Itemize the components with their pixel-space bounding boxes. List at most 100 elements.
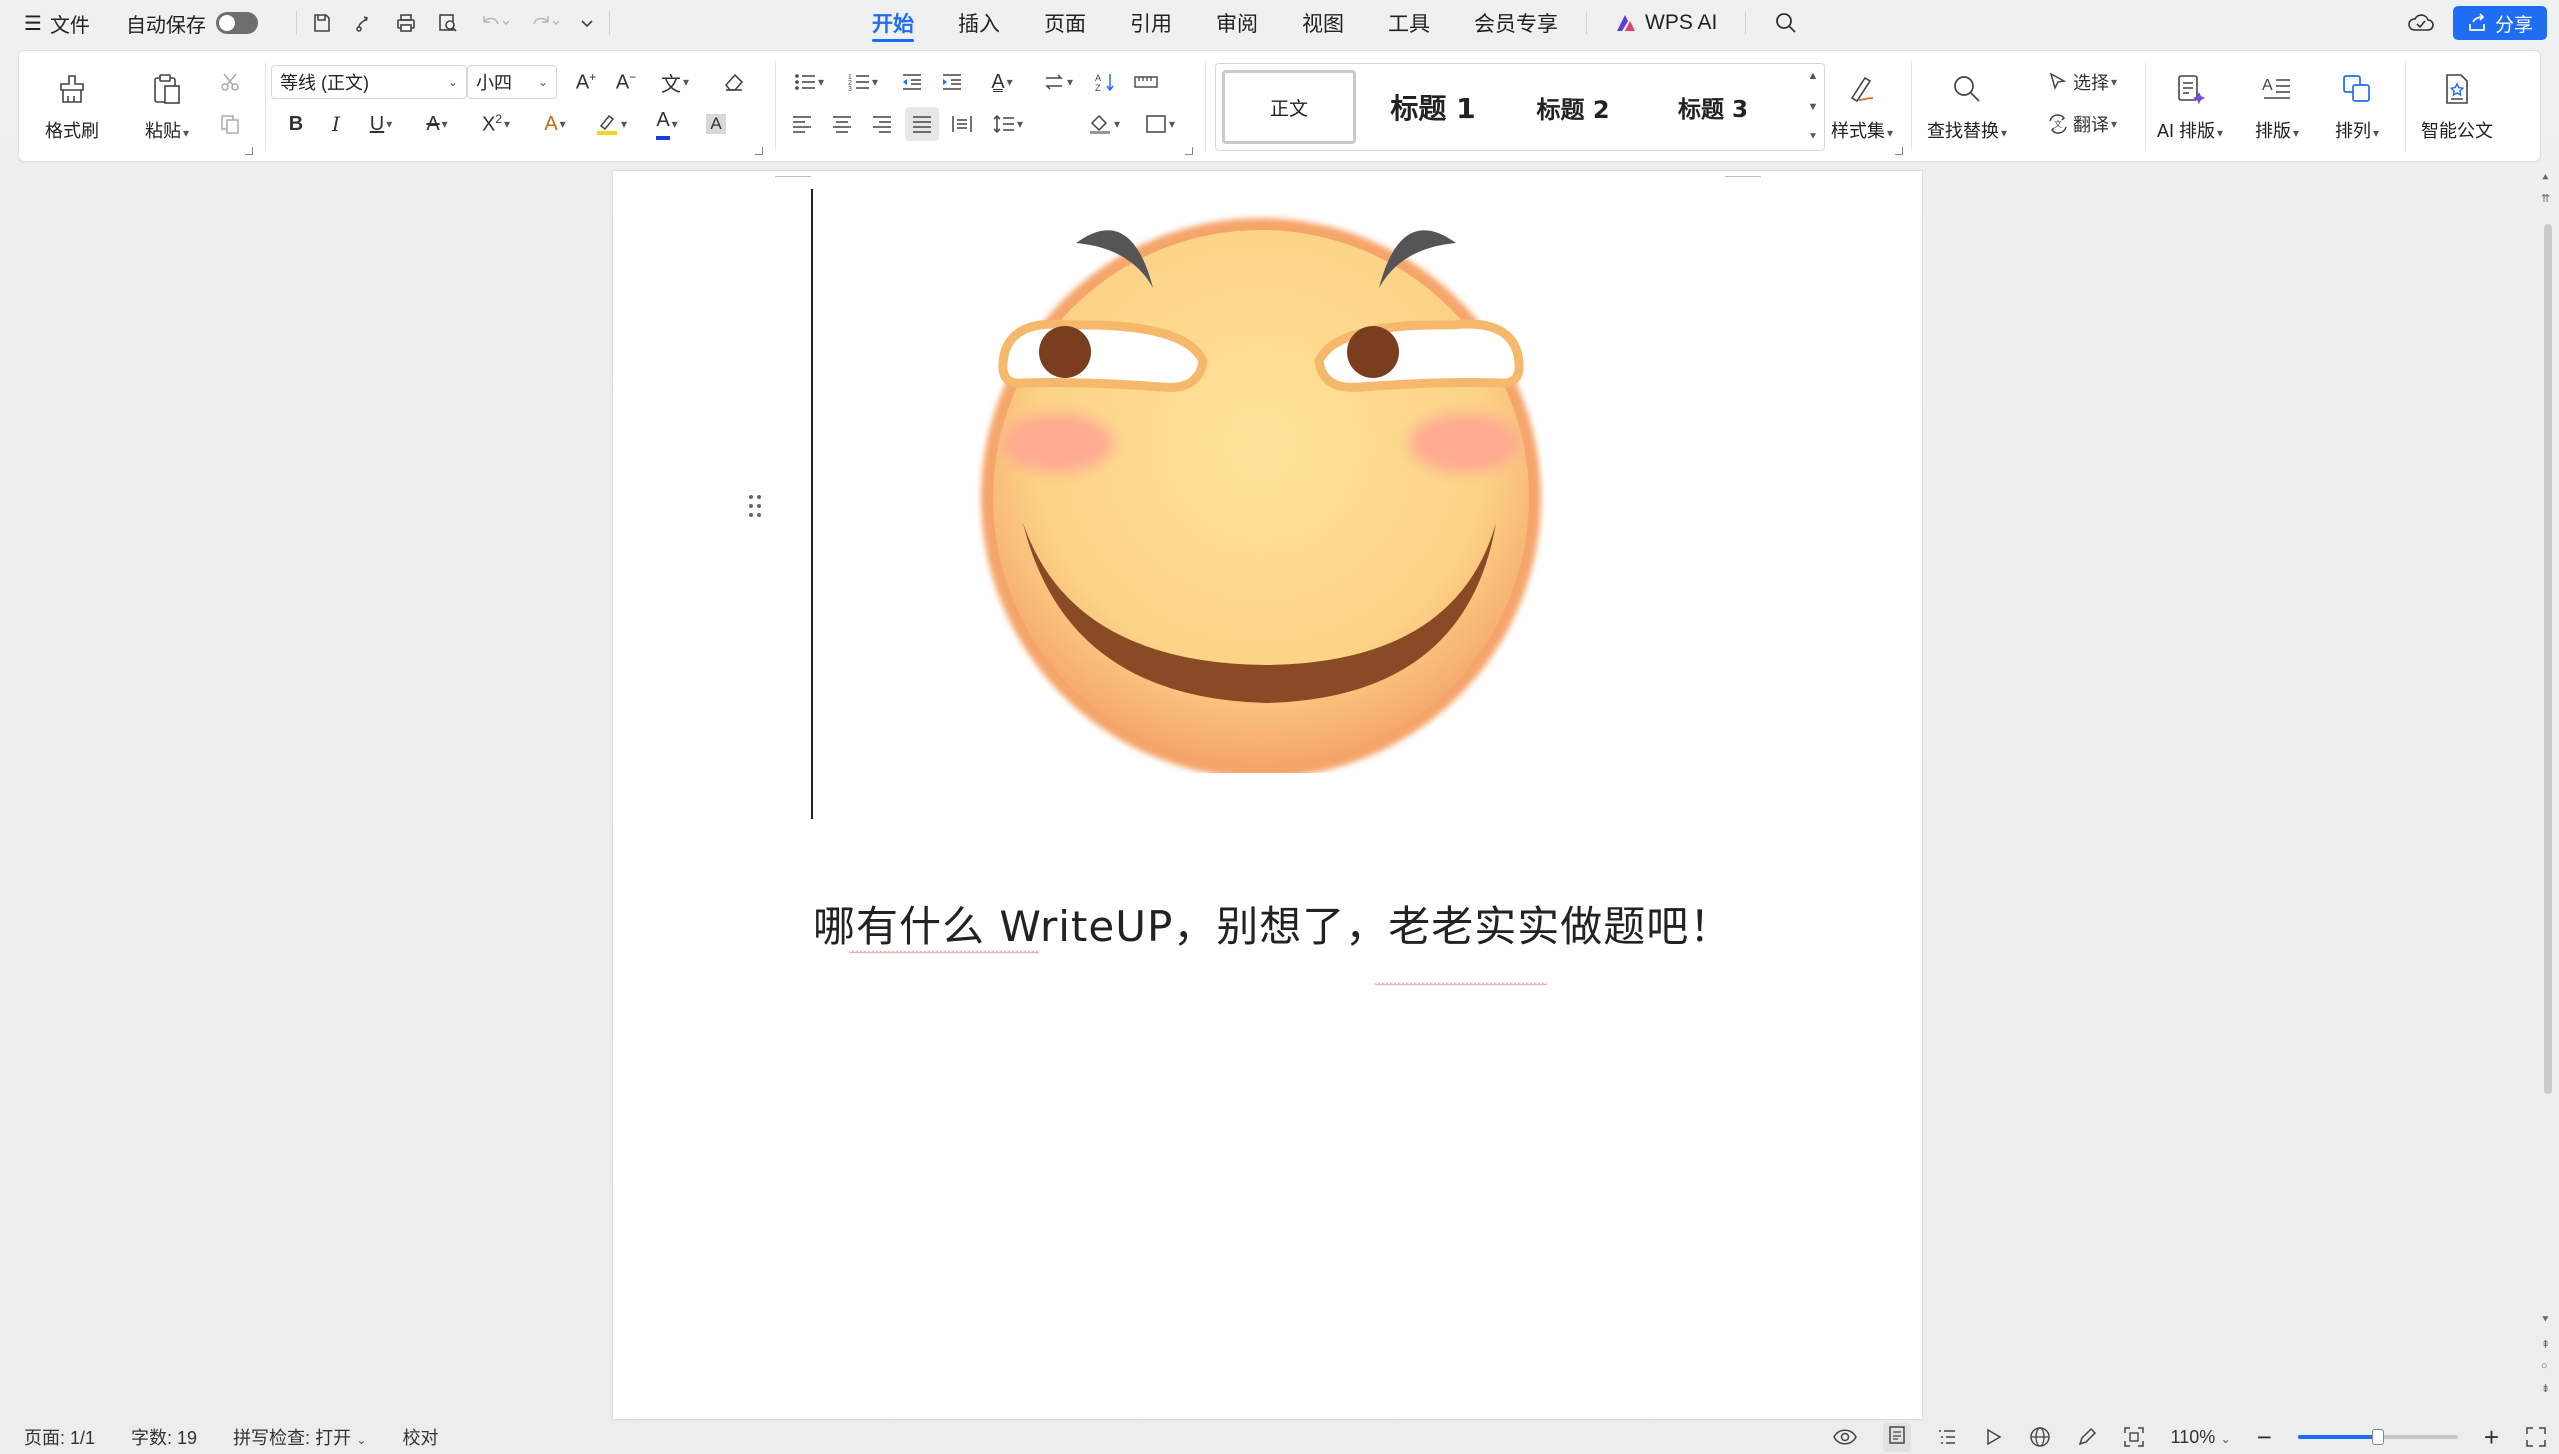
- translate-button[interactable]: 文 翻译 ▾: [2037, 107, 2127, 141]
- proofread-button[interactable]: 校对: [402, 1424, 438, 1450]
- tab-page[interactable]: 页面: [1022, 0, 1108, 46]
- tab-tools[interactable]: 工具: [1366, 0, 1452, 46]
- ai-layout-button[interactable]: AI 排版 ▾: [2157, 67, 2223, 143]
- text-direction-button[interactable]: A͇ ▾: [977, 65, 1027, 99]
- fullscreen-icon[interactable]: [2525, 1426, 2547, 1448]
- style-heading-2[interactable]: 标题 2: [1506, 70, 1640, 144]
- clipboard-dialog-launcher[interactable]: [245, 147, 253, 155]
- next-page-icon[interactable]: ⇟: [2541, 1382, 2550, 1395]
- clear-format-button[interactable]: [719, 65, 749, 99]
- chevron-down-icon[interactable]: [579, 12, 595, 34]
- scrollbar-thumb[interactable]: [2544, 224, 2552, 1094]
- play-icon[interactable]: [1983, 1427, 2003, 1447]
- tab-review[interactable]: 审阅: [1194, 0, 1280, 46]
- highlight-button[interactable]: ▾: [589, 107, 633, 141]
- numbered-list-button[interactable]: 1 2 3 ▾: [841, 65, 885, 99]
- tab-references[interactable]: 引用: [1108, 0, 1194, 46]
- zoom-out-button[interactable]: −: [2257, 1424, 2272, 1450]
- previous-page-icon[interactable]: ⇞: [2541, 1338, 2550, 1351]
- borders-button[interactable]: ▾: [1137, 107, 1183, 141]
- tab-home[interactable]: 开始: [850, 0, 936, 46]
- autosave-control[interactable]: 自动保存: [126, 9, 258, 38]
- save-icon[interactable]: [311, 12, 333, 34]
- tab-wps-ai[interactable]: WPS AI: [1593, 0, 1739, 46]
- grow-font-button[interactable]: A+: [571, 65, 601, 99]
- tab-insert[interactable]: 插入: [936, 0, 1022, 46]
- paste-button[interactable]: 粘贴 ▾: [145, 67, 189, 143]
- line-spacing-button[interactable]: ▾: [985, 107, 1031, 141]
- expand-icon[interactable]: ⯆: [1809, 131, 1818, 144]
- redo-icon[interactable]: [529, 12, 559, 34]
- smart-document-button[interactable]: 智能公文: [2421, 67, 2493, 143]
- paragraph-dialog-launcher[interactable]: [1185, 147, 1193, 155]
- copy-button[interactable]: [215, 107, 245, 141]
- zoom-level-select[interactable]: 110% ⌄: [2171, 1427, 2231, 1448]
- scroll-up-icon[interactable]: ⯅: [2541, 172, 2550, 185]
- web-view-icon[interactable]: [2029, 1426, 2051, 1448]
- shrink-font-button[interactable]: A−: [611, 65, 641, 99]
- superscript-button[interactable]: X2 ▾: [471, 107, 521, 141]
- arrange-button[interactable]: 排列 ▾: [2335, 67, 2379, 143]
- page-view-button[interactable]: [1882, 1422, 1911, 1452]
- search-button[interactable]: [1752, 0, 1820, 46]
- autosave-toggle[interactable]: [215, 12, 258, 34]
- tab-member[interactable]: 会员专享: [1452, 0, 1580, 46]
- font-size-select[interactable]: 小四 ⌄: [467, 65, 557, 99]
- style-set-button[interactable]: 样式集 ▾: [1831, 67, 1893, 143]
- smirk-emoji-image[interactable]: [961, 193, 1561, 773]
- chevron-down-icon[interactable]: ▼: [1808, 101, 1819, 113]
- chevron-up-icon[interactable]: ▲: [1808, 70, 1819, 82]
- italic-button[interactable]: I: [321, 107, 351, 141]
- styles-gallery-scroll[interactable]: ▲ ▼ ⯆: [1806, 70, 1820, 144]
- layout-button[interactable]: A 排版 ▾: [2255, 67, 2299, 143]
- word-count[interactable]: 字数: 19: [131, 1424, 197, 1450]
- increase-indent-button[interactable]: [937, 65, 967, 99]
- share-button[interactable]: 分享: [2452, 6, 2547, 40]
- file-menu[interactable]: ☰ 文件: [24, 9, 90, 38]
- page-indicator[interactable]: 页面: 1/1: [24, 1424, 95, 1450]
- strikethrough-button[interactable]: A ▾: [415, 107, 459, 141]
- shading-button[interactable]: ▾: [1081, 107, 1127, 141]
- eye-icon[interactable]: [1832, 1428, 1857, 1446]
- browse-object-icon[interactable]: ○: [2541, 1360, 2548, 1372]
- zoom-in-button[interactable]: +: [2484, 1424, 2499, 1450]
- chinese-layout-button[interactable]: ▾: [1035, 65, 1081, 99]
- decrease-indent-button[interactable]: [897, 65, 927, 99]
- undo-icon[interactable]: [479, 12, 509, 34]
- style-heading-3[interactable]: 标题 3: [1646, 70, 1780, 144]
- cut-button[interactable]: [215, 65, 245, 99]
- print-icon[interactable]: [395, 12, 417, 34]
- scroll-top-icon[interactable]: ⇈: [2541, 192, 2550, 205]
- style-normal[interactable]: 正文: [1222, 70, 1356, 144]
- show-marks-button[interactable]: [1131, 65, 1161, 99]
- zoom-slider-thumb[interactable]: [2371, 1429, 2384, 1445]
- sort-button[interactable]: AZ: [1091, 65, 1121, 99]
- align-left-button[interactable]: [787, 107, 817, 141]
- bullet-list-button[interactable]: ▾: [787, 65, 831, 99]
- zoom-slider[interactable]: [2297, 1429, 2458, 1445]
- style-heading-1[interactable]: 标题 1: [1366, 70, 1500, 144]
- font-color-button[interactable]: A ▾: [645, 107, 689, 141]
- bold-button[interactable]: B: [281, 107, 311, 141]
- underline-button[interactable]: U ▾: [359, 107, 403, 141]
- cloud-sync-icon[interactable]: [2407, 11, 2435, 35]
- print-preview-icon[interactable]: [437, 12, 459, 34]
- document-page[interactable]: 哪有什么 WriteUP，别想了，老老实实做题吧！: [612, 170, 1923, 1420]
- format-painter-button[interactable]: 格式刷: [45, 67, 99, 143]
- spell-check-toggle[interactable]: 拼写检查: 打开 ⌄: [233, 1424, 366, 1450]
- align-center-button[interactable]: [827, 107, 857, 141]
- pen-icon[interactable]: [2077, 1427, 2097, 1447]
- vertical-scrollbar[interactable]: ⯅ ⇈ ⯆ ⇞ ○ ⇟: [2537, 168, 2559, 1420]
- styles-dialog-launcher[interactable]: [1895, 147, 1903, 155]
- font-dialog-launcher[interactable]: [755, 147, 763, 155]
- align-justify-button[interactable]: [905, 107, 939, 141]
- tab-view[interactable]: 视图: [1280, 0, 1366, 46]
- select-button[interactable]: 选择 ▾: [2037, 65, 2127, 99]
- document-paragraph[interactable]: 哪有什么 WriteUP，别想了，老老实实做题吧！: [813, 893, 1732, 954]
- fit-page-icon[interactable]: [2123, 1426, 2145, 1448]
- font-name-select[interactable]: 等线 (正文) ⌄: [271, 65, 467, 99]
- text-effect-button[interactable]: A ▾: [533, 107, 577, 141]
- drag-handle-icon[interactable]: [747, 493, 763, 519]
- export-pdf-icon[interactable]: [353, 12, 375, 34]
- find-replace-button[interactable]: 查找替换 ▾: [1927, 67, 2007, 143]
